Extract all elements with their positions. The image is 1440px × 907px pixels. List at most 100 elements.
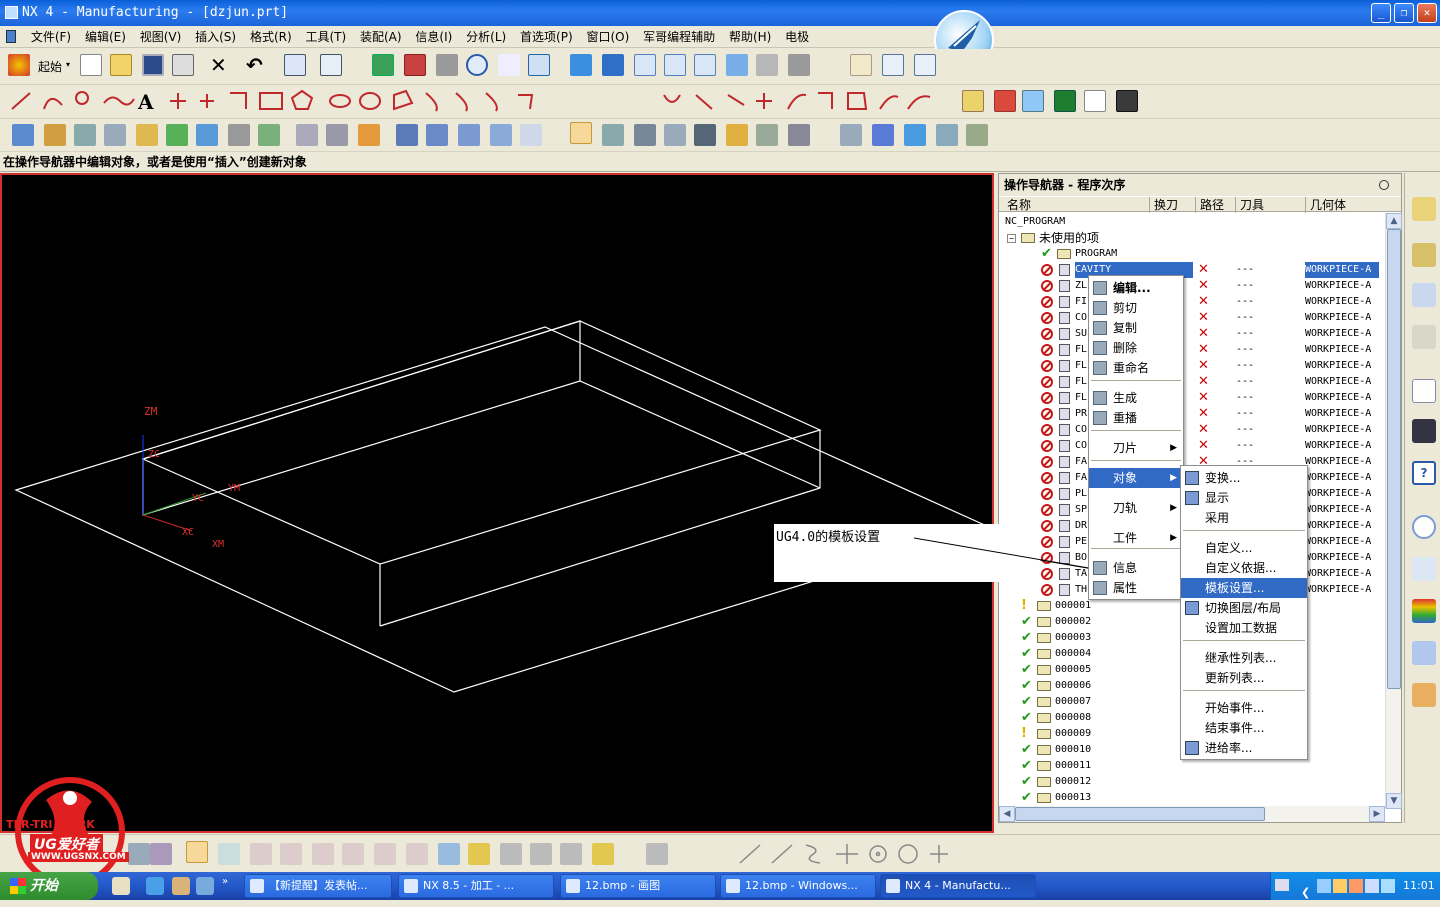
scroll-up-icon[interactable]: ▲ [1386, 213, 1402, 229]
menu-window[interactable]: 窗口(O) [581, 26, 634, 48]
tree-op-row[interactable]: SU ✕ --- WORKPIECE-A [999, 326, 1385, 342]
verify-icon[interactable] [228, 124, 250, 146]
edit-object-icon[interactable] [284, 54, 306, 76]
create-operation-icon[interactable] [136, 124, 158, 146]
shaded-icon[interactable] [570, 54, 592, 76]
point-icon[interactable] [218, 843, 240, 865]
feature-icon[interactable] [840, 124, 862, 146]
tree-root[interactable]: NC_PROGRAM [999, 214, 1385, 230]
fixture-icon[interactable] [966, 124, 988, 146]
edge-select-icon[interactable] [560, 843, 582, 865]
menu-info[interactable]: 信息(I) [410, 26, 457, 48]
select-filter-icon[interactable] [320, 54, 342, 76]
submenu-item-start-event[interactable]: 开始事件... [1181, 698, 1307, 718]
machine-tool-view-icon[interactable] [426, 124, 448, 146]
replay-path-icon[interactable] [196, 124, 218, 146]
submenu-item-template-setup[interactable]: 模板设置... [1181, 578, 1307, 598]
submenu-item-feedrate[interactable]: 进给率... [1181, 738, 1307, 758]
menu-help[interactable]: 帮助(H) [724, 26, 776, 48]
csys-icon[interactable] [312, 843, 334, 865]
col-path[interactable]: 路径 [1195, 197, 1224, 213]
tree-program-group[interactable]: ✔ 000011 [999, 758, 1385, 774]
color-green-swatch[interactable] [1054, 90, 1076, 112]
menu-analysis[interactable]: 分析(L) [461, 26, 511, 48]
component-select-icon[interactable] [592, 843, 614, 865]
tool-path-list-icon[interactable] [664, 124, 686, 146]
layer-settings-icon[interactable] [962, 90, 984, 112]
tree-op-row[interactable]: FL ✕ --- WORKPIECE-A [999, 390, 1385, 406]
submenu-item-customize[interactable]: 自定义... [1181, 538, 1307, 558]
ctx-item-cut[interactable]: 剪切 [1089, 298, 1183, 318]
rotate-icon[interactable] [466, 54, 488, 76]
view-cube-icon[interactable] [528, 54, 550, 76]
create-geometry-icon[interactable] [74, 124, 96, 146]
process-studio-icon[interactable] [1412, 641, 1436, 665]
submenu-item-adopt[interactable]: 采用 [1181, 508, 1307, 528]
roles-icon[interactable] [1412, 683, 1436, 707]
tree-program[interactable]: ✔ PROGRAM [999, 246, 1385, 262]
open-folder-icon[interactable] [110, 54, 132, 76]
ctx-item-generate[interactable]: 生成 [1089, 388, 1183, 408]
wcs-orient-icon[interactable] [882, 54, 904, 76]
collapse-icon[interactable]: − [1007, 234, 1016, 243]
select-mode-icon[interactable] [186, 841, 208, 863]
new-file-icon[interactable] [80, 54, 102, 76]
minimize-button[interactable]: _ [1371, 3, 1391, 23]
tree-op-row[interactable]: FL ✕ --- WORKPIECE-A [999, 374, 1385, 390]
xc-icon[interactable] [374, 843, 396, 865]
col-name[interactable]: 名称 [1003, 197, 1031, 213]
clock[interactable]: 11:01 [1403, 872, 1435, 900]
tree-op-selected[interactable]: CAVITY ✕ --- WORKPIECE-A [999, 262, 1385, 278]
network-icon[interactable] [1317, 879, 1331, 893]
col-tool-change[interactable]: 换刀 [1149, 197, 1178, 213]
library-icon[interactable] [872, 124, 894, 146]
tree-op-row[interactable]: ZL ✕ --- WORKPIECE-A [999, 278, 1385, 294]
graphics-viewport[interactable]: ZM ZC YC YM XC XM [0, 173, 994, 833]
machine-navigator-icon[interactable] [1412, 243, 1436, 267]
close-button[interactable]: ✕ [1417, 3, 1437, 23]
create-method-icon[interactable] [104, 124, 126, 146]
postprocess-icon[interactable] [258, 124, 280, 146]
history-icon[interactable] [1412, 515, 1436, 539]
volume-icon[interactable] [1365, 879, 1379, 893]
face-select-icon[interactable] [530, 843, 552, 865]
menu-view[interactable]: 视图(V) [135, 26, 187, 48]
output-cls-icon[interactable] [326, 124, 348, 146]
create-tool-icon[interactable] [44, 124, 66, 146]
edit-path-icon[interactable] [694, 124, 716, 146]
ug-post-icon[interactable] [358, 124, 380, 146]
task-nx85[interactable]: NX 8.5 - 加工 - ... [398, 874, 554, 898]
navigator-vscroll[interactable]: ▲ ▼ [1385, 213, 1402, 809]
feed-icon[interactable] [520, 124, 542, 146]
measure-icon[interactable] [914, 54, 936, 76]
method-view-icon[interactable] [490, 124, 512, 146]
print-icon[interactable] [172, 54, 194, 76]
hscroll-thumb[interactable] [1015, 807, 1265, 821]
layer-filter-icon[interactable] [150, 843, 172, 865]
geometry-view-icon[interactable] [458, 124, 480, 146]
color-black-swatch[interactable] [1116, 90, 1138, 112]
submenu-item-toggle-layer-layout[interactable]: 切换图层/布局 [1181, 598, 1307, 618]
tree-op-row[interactable]: CO ✕ --- WORKPIECE-A [999, 310, 1385, 326]
task-browser[interactable]: 【新提醒】发表帖... [244, 874, 392, 898]
menu-electrode[interactable]: 电极 [780, 26, 814, 48]
program-view-icon[interactable] [396, 124, 418, 146]
scroll-left-icon[interactable]: ◀ [999, 806, 1015, 822]
col-geometry[interactable]: 几何体 [1305, 197, 1346, 213]
submenu-item-transform[interactable]: 变换... [1181, 468, 1307, 488]
vscroll-thumb[interactable] [1387, 229, 1401, 689]
dashed-line-icon[interactable] [694, 54, 716, 76]
qq-tray-icon[interactable] [1333, 879, 1347, 893]
submenu-item-inheritance-list[interactable]: 继承性列表... [1181, 648, 1307, 668]
ctx-item-copy[interactable]: 复制 [1089, 318, 1183, 338]
tree-op-row[interactable]: CO ✕ --- WORKPIECE-A [999, 438, 1385, 454]
tree-program-group[interactable]: ✔ 000012 [999, 774, 1385, 790]
ctx-item-insert[interactable]: 刀片 ▶ [1089, 438, 1183, 458]
ctx-item-delete[interactable]: 删除 [1089, 338, 1183, 358]
cut-x-icon[interactable]: ✕ [210, 53, 227, 77]
keyboard-icon[interactable] [1275, 879, 1289, 891]
col-tool[interactable]: 刀具 [1235, 197, 1264, 213]
hidden-line-icon[interactable] [664, 54, 686, 76]
navigator-toggle-icon[interactable] [570, 122, 592, 144]
ctx-item-rename[interactable]: 重命名 [1089, 358, 1183, 378]
